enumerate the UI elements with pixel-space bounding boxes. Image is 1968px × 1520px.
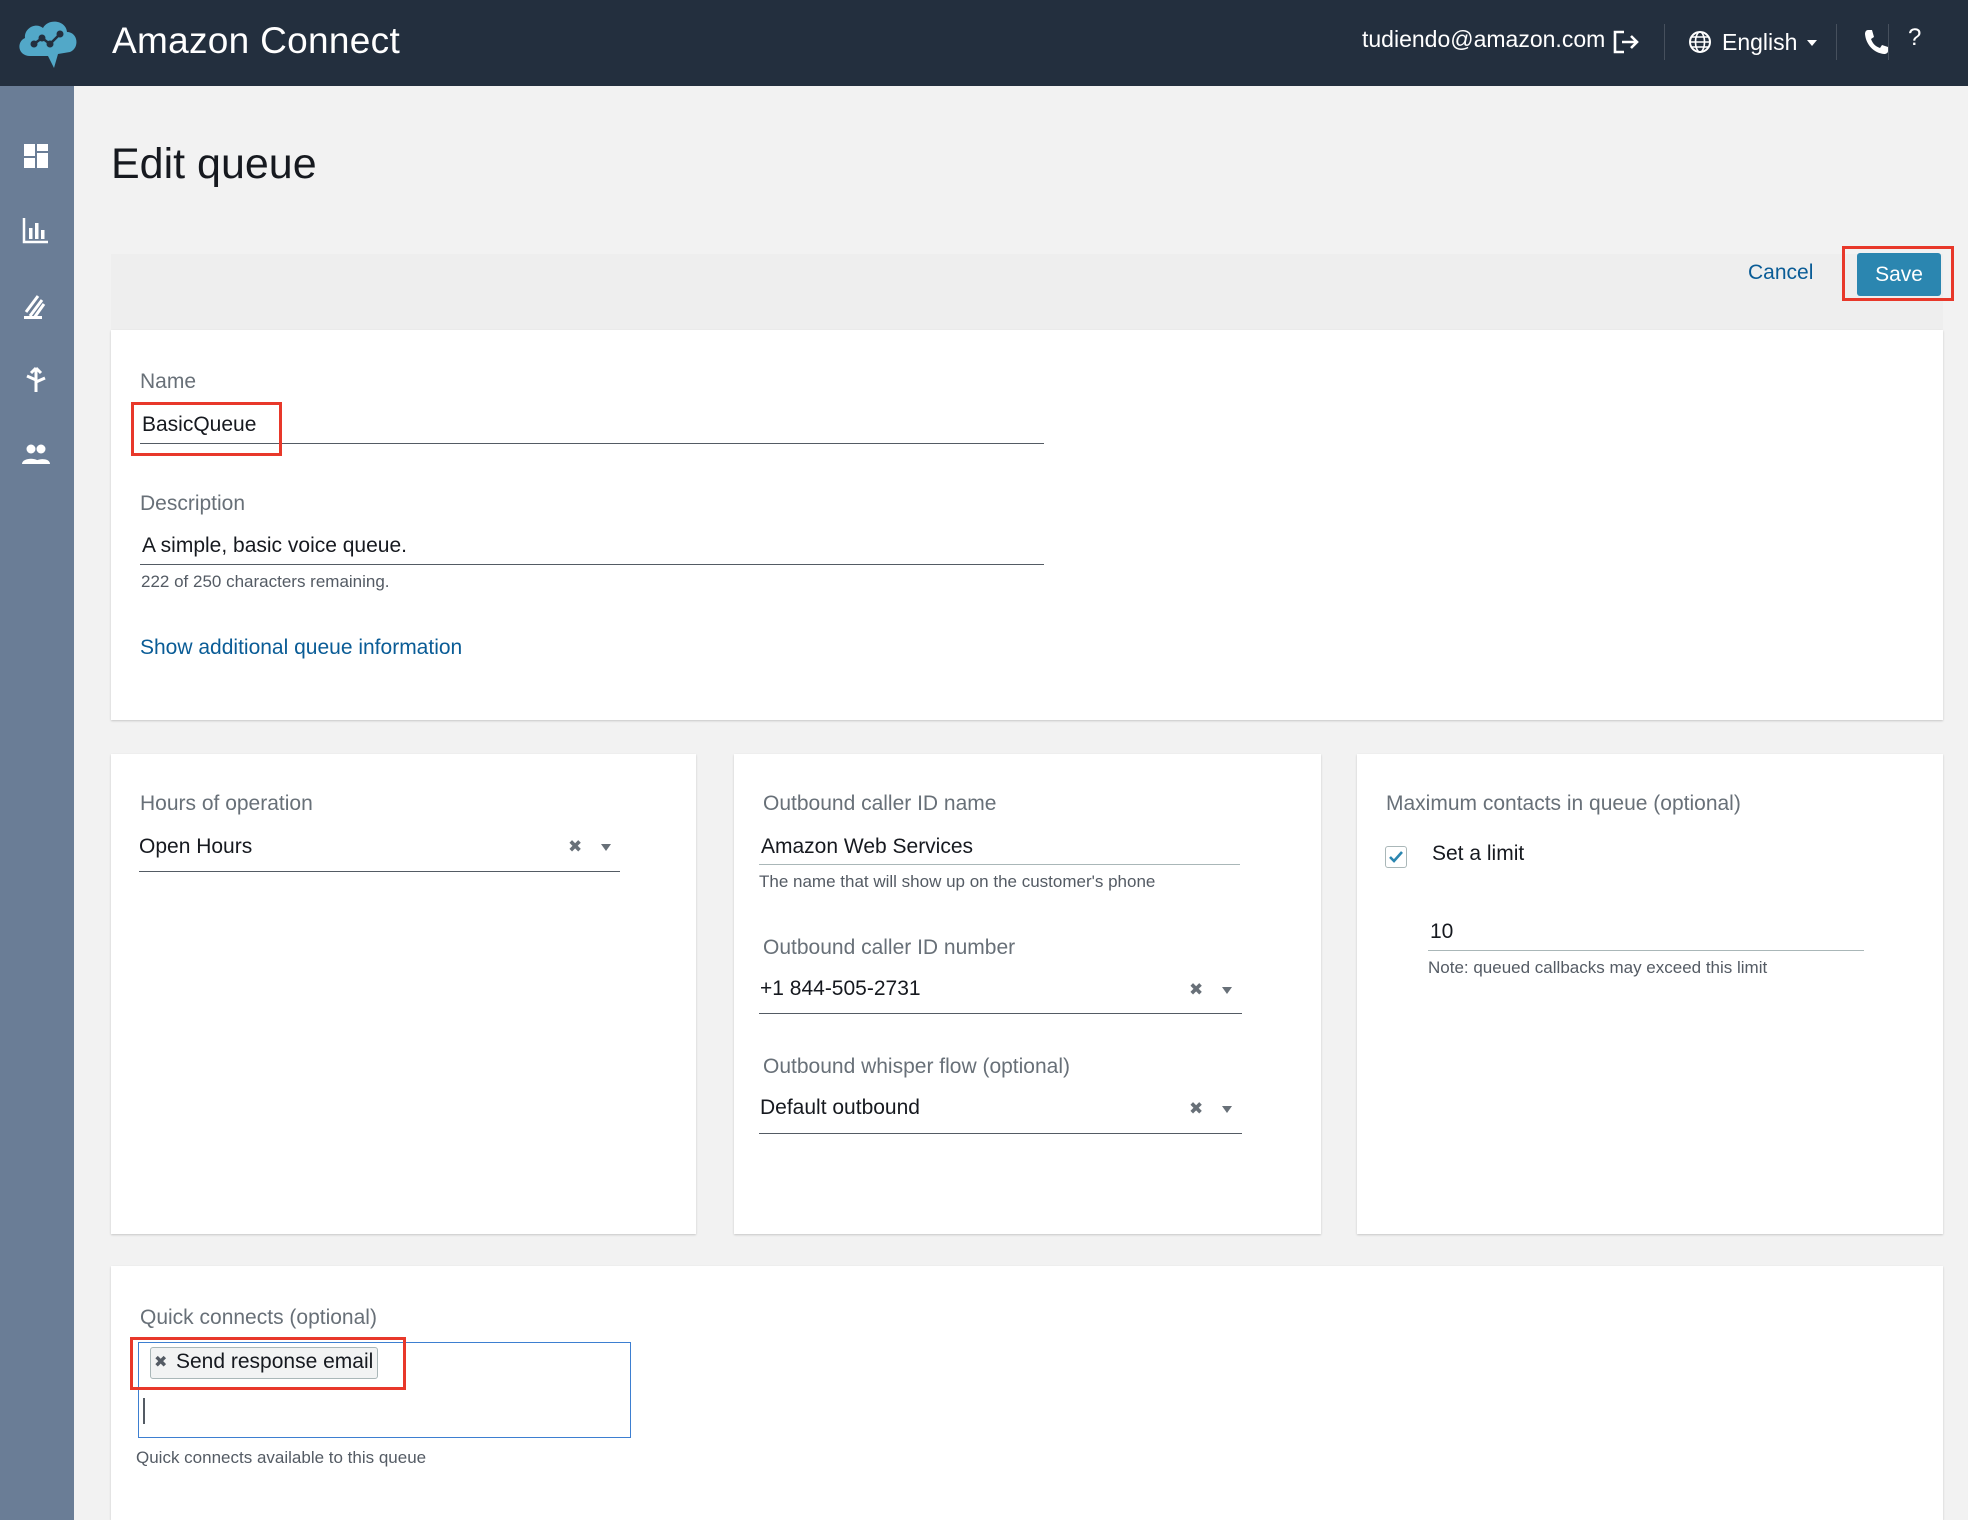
app-title: Amazon Connect bbox=[112, 20, 401, 61]
top-bar: Amazon Connect tudiendo@amazon.com Engli… bbox=[0, 0, 1968, 86]
quick-connects-hint: Quick connects available to this queue bbox=[136, 1448, 427, 1467]
globe-icon bbox=[1689, 31, 1711, 53]
caller-name-hint: The name that will show up on the custom… bbox=[759, 872, 1156, 891]
hours-label: Hours of operation bbox=[140, 792, 313, 815]
checkmark-icon bbox=[1389, 851, 1403, 863]
caller-name-underline bbox=[759, 864, 1240, 865]
description-underline bbox=[140, 564, 1044, 565]
caller-number-underline bbox=[759, 1013, 1242, 1014]
limit-underline bbox=[1428, 950, 1864, 951]
user-email: tudiendo@amazon.com bbox=[1362, 26, 1606, 52]
max-contacts-label: Maximum contacts in queue (optional) bbox=[1386, 792, 1741, 815]
max-contacts-card bbox=[1357, 754, 1943, 1234]
limit-field[interactable]: 10 bbox=[1430, 920, 1453, 944]
help-icon[interactable]: ? bbox=[1908, 24, 1921, 52]
divider bbox=[1836, 24, 1837, 60]
cancel-link[interactable]: Cancel bbox=[1748, 261, 1813, 285]
dashboard-icon[interactable] bbox=[20, 140, 52, 172]
metrics-icon[interactable] bbox=[20, 214, 52, 246]
logout-icon[interactable] bbox=[1610, 26, 1642, 58]
flows-icon[interactable] bbox=[20, 364, 52, 396]
caller-name-field[interactable]: Amazon Web Services bbox=[761, 835, 973, 859]
divider bbox=[1888, 24, 1889, 60]
whisper-flow-label: Outbound whisper flow (optional) bbox=[763, 1055, 1071, 1078]
side-nav bbox=[0, 86, 74, 1520]
users-icon[interactable] bbox=[20, 438, 52, 470]
general-card bbox=[111, 330, 1943, 720]
language-selector[interactable]: English bbox=[1688, 26, 1818, 58]
page-title: Edit queue bbox=[111, 140, 317, 188]
caller-number-select[interactable]: +1 844-505-2731 bbox=[760, 977, 921, 1001]
hours-underline bbox=[139, 871, 620, 872]
divider bbox=[1664, 24, 1665, 60]
whisper-flow-underline bbox=[759, 1133, 1242, 1134]
show-additional-info-link[interactable]: Show additional queue information bbox=[140, 636, 462, 660]
dropdown-arrow-icon[interactable] bbox=[601, 844, 611, 851]
description-label: Description bbox=[140, 492, 246, 515]
text-cursor bbox=[143, 1398, 145, 1424]
chevron-down-icon bbox=[1807, 40, 1818, 46]
clear-icon[interactable]: ✖ bbox=[568, 837, 582, 857]
caller-name-label: Outbound caller ID name bbox=[763, 792, 997, 815]
set-limit-checkbox[interactable] bbox=[1385, 846, 1407, 868]
dropdown-arrow-icon[interactable] bbox=[1222, 1106, 1232, 1113]
hours-card bbox=[111, 754, 696, 1234]
highlight-box-quick-connect bbox=[130, 1337, 406, 1390]
highlight-box-save bbox=[1842, 246, 1954, 301]
routing-icon[interactable] bbox=[20, 290, 52, 322]
name-label: Name bbox=[140, 370, 197, 393]
language-label: English bbox=[1722, 28, 1798, 55]
amazon-connect-logo-icon[interactable] bbox=[12, 12, 84, 72]
clear-icon[interactable]: ✖ bbox=[1189, 1099, 1203, 1119]
clear-icon[interactable]: ✖ bbox=[1189, 980, 1203, 1000]
actions-bar bbox=[111, 254, 1943, 330]
set-limit-label: Set a limit bbox=[1432, 842, 1525, 865]
hours-select[interactable]: Open Hours bbox=[139, 835, 252, 859]
dropdown-arrow-icon[interactable] bbox=[1222, 987, 1232, 994]
whisper-flow-select[interactable]: Default outbound bbox=[760, 1096, 920, 1120]
highlight-box-name bbox=[131, 402, 282, 456]
description-field[interactable]: A simple, basic voice queue. bbox=[142, 534, 407, 558]
limit-note: Note: queued callbacks may exceed this l… bbox=[1428, 958, 1768, 977]
quick-connects-label: Quick connects (optional) bbox=[140, 1306, 377, 1329]
caller-number-label: Outbound caller ID number bbox=[763, 936, 1016, 959]
description-char-count: 222 of 250 characters remaining. bbox=[141, 572, 390, 591]
